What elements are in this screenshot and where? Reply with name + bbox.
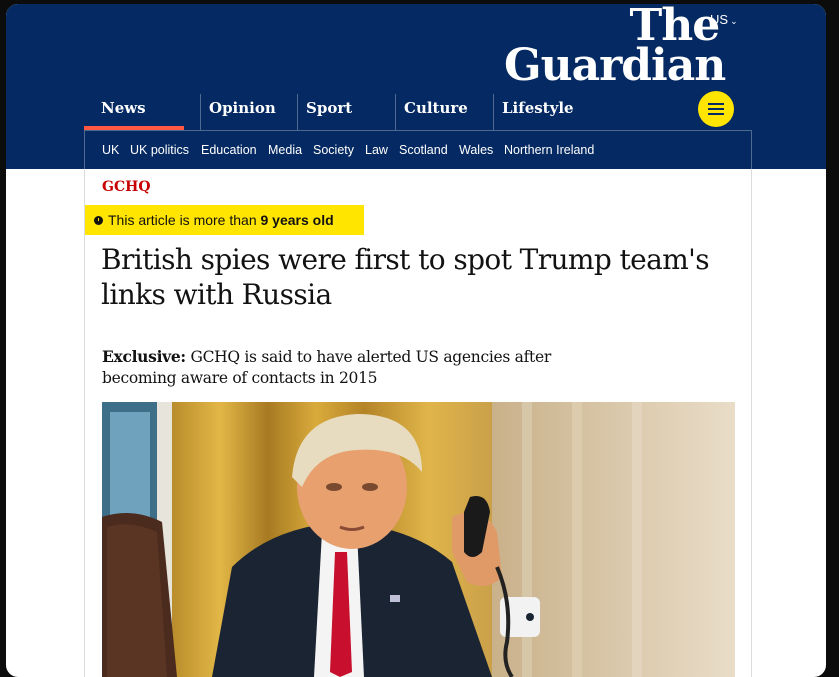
article-standfirst: Exclusive: GCHQ is said to have alerted … [102, 346, 602, 389]
hamburger-menu-icon[interactable] [698, 91, 734, 127]
menu-bar [708, 103, 724, 105]
article-content: GCHQ This article is more than 9 years o… [84, 169, 752, 677]
tab-sport-label: Sport [306, 99, 353, 117]
menu-bar [708, 113, 724, 115]
standfirst-label: Exclusive: [102, 347, 186, 366]
tab-lifestyle[interactable]: Lifestyle [493, 94, 603, 130]
tab-culture[interactable]: Culture [395, 94, 493, 130]
article-age-warning: This article is more than 9 years old [85, 205, 364, 235]
tab-lifestyle-label: Lifestyle [502, 99, 574, 117]
sub-navigation: UK UK politics Education Media Society L… [84, 130, 752, 169]
subnav-item-education[interactable]: Education [201, 143, 257, 157]
chevron-down-icon: ⌄ [730, 16, 738, 26]
menu-bar [708, 108, 724, 110]
photo-illustration [102, 402, 735, 677]
subnav-item-wales[interactable]: Wales [459, 143, 493, 157]
clock-icon [94, 216, 103, 225]
subnav-item-northern-ireland[interactable]: Northern Ireland [504, 143, 594, 157]
tab-opinion-label: Opinion [209, 99, 276, 117]
tab-sport[interactable]: Sport [297, 94, 395, 130]
article-headline: British spies were first to spot Trump t… [101, 243, 710, 311]
subnav-item-media[interactable]: Media [268, 143, 302, 157]
article-main-image[interactable] [102, 402, 735, 677]
tab-news-label: News [101, 99, 146, 117]
masthead: US ⌄ The Guardian News Opinion Sport Cult… [6, 4, 826, 169]
subnav-item-society[interactable]: Society [313, 143, 354, 157]
age-warning-prefix: This article is more than [108, 212, 257, 228]
tab-culture-label: Culture [404, 99, 468, 117]
article-page: US ⌄ The Guardian News Opinion Sport Cult… [6, 4, 826, 677]
subnav-item-uk-politics[interactable]: UK politics [130, 143, 189, 157]
subnav-item-scotland[interactable]: Scotland [399, 143, 448, 157]
logo-line-2: Guardian [504, 40, 726, 91]
guardian-logo[interactable]: The Guardian [504, 4, 726, 91]
subnav-item-law[interactable]: Law [365, 143, 388, 157]
tab-opinion[interactable]: Opinion [200, 94, 297, 130]
tab-news[interactable]: News [84, 94, 200, 130]
subnav-item-uk[interactable]: UK [102, 143, 119, 157]
section-kicker[interactable]: GCHQ [102, 179, 151, 195]
age-warning-age: 9 years old [260, 212, 334, 228]
